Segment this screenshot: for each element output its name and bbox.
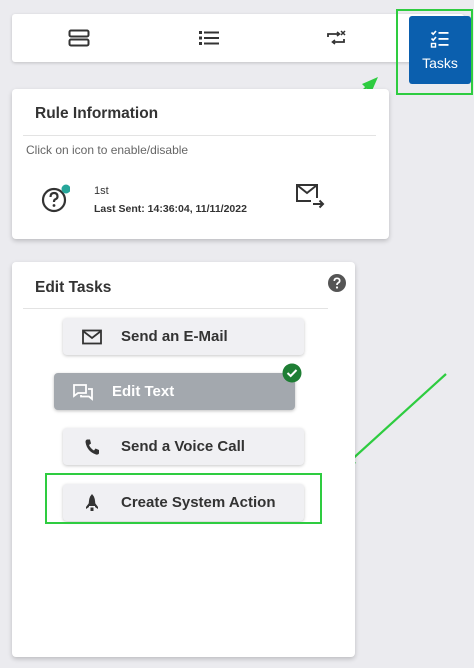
- rule-information-card: Rule Information Click on icon to enable…: [12, 89, 389, 239]
- annotation-highlight-system-action: [45, 473, 322, 524]
- divider: [23, 135, 376, 136]
- task-label: Send an E-Mail: [121, 328, 228, 345]
- help-circle-icon: [328, 274, 346, 292]
- edit-tasks-help[interactable]: [328, 274, 346, 297]
- mail-forward-icon: [296, 184, 325, 209]
- phone-icon: [63, 438, 121, 456]
- task-edit-text-button[interactable]: Edit Text: [54, 373, 295, 410]
- forward-mail-toggle[interactable]: [295, 183, 325, 214]
- task-label: Send a Voice Call: [121, 438, 245, 455]
- rule-last-sent: Last Sent: 14:36:04, 11/11/2022: [94, 203, 247, 215]
- rule-rank: 1st: [94, 185, 109, 197]
- chat-icon: [54, 383, 112, 401]
- task-label: Edit Text: [112, 383, 175, 400]
- divider: [23, 308, 328, 309]
- edit-tasks-title: Edit Tasks: [35, 279, 112, 296]
- task-voice-call-button[interactable]: Send a Voice Call: [63, 428, 304, 465]
- rule-hint: Click on icon to enable/disable: [26, 143, 189, 157]
- question-circle-icon: [41, 184, 71, 213]
- check-circle-icon: [282, 363, 302, 388]
- task-send-email-button[interactable]: Send an E-Mail: [63, 318, 304, 355]
- help-status-toggle[interactable]: [40, 184, 71, 214]
- mail-icon: [63, 329, 121, 345]
- rule-information-title: Rule Information: [35, 105, 159, 122]
